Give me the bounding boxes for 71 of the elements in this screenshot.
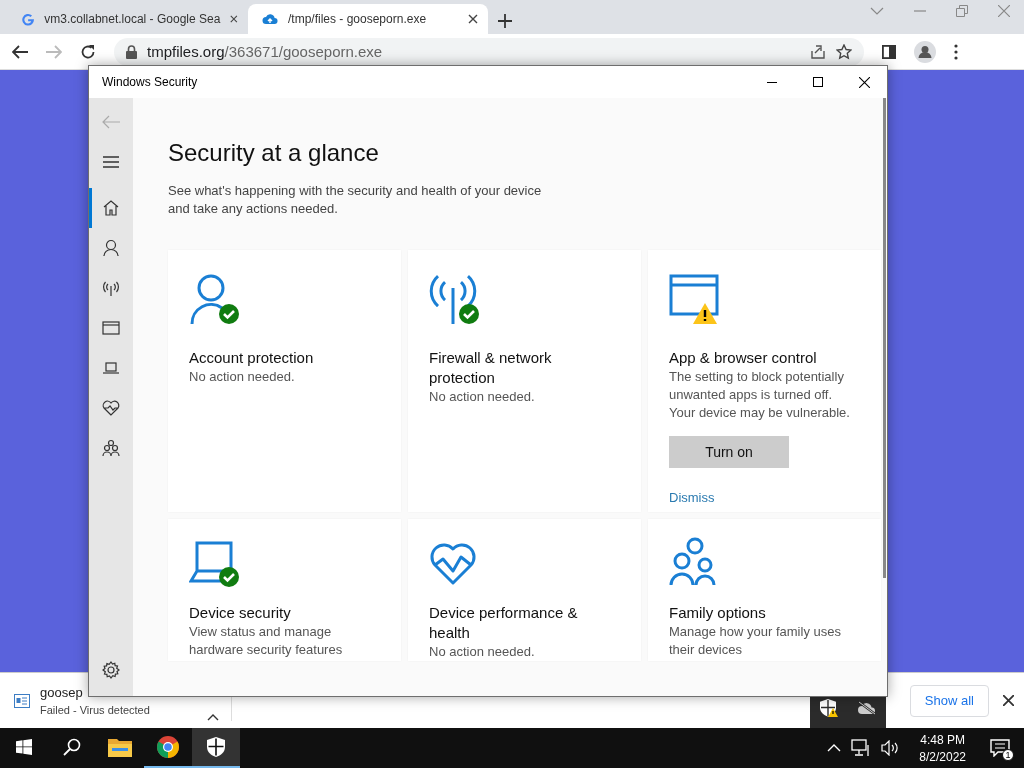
google-g-icon (22, 11, 35, 27)
app-window-icon (102, 319, 120, 337)
card-description: their devices (669, 641, 743, 659)
shield-icon (207, 737, 225, 757)
card-description: The setting to block potentially unwanted apps is turned off. Your device may be vulnerable. (669, 368, 851, 422)
card-title[interactable]: Firewall & network protection (429, 348, 619, 388)
show-all-button[interactable]: Show all (909, 684, 989, 717)
url-text[interactable]: tmpfiles.org/363671/gooseporn.exe (147, 43, 383, 60)
card-title[interactable]: Account protection (189, 348, 379, 368)
close-icon[interactable] (230, 14, 238, 24)
share-icon[interactable] (810, 43, 826, 60)
card-description: hardware security features (189, 641, 344, 659)
notification-count-badge: 1 (1002, 749, 1014, 761)
taskbar-app-button[interactable] (192, 728, 240, 768)
folder-icon (108, 737, 132, 757)
download-status: Failed - Virus detected (40, 704, 150, 716)
heartbeat-icon (102, 399, 120, 417)
dismiss-link[interactable]: Dismiss (669, 490, 715, 505)
profile-icon[interactable] (914, 40, 936, 63)
caret-icon[interactable] (207, 713, 219, 721)
clock-time[interactable]: 4:48 PM (920, 732, 965, 747)
card-title[interactable]: Device performance & health (429, 603, 619, 643)
page-description: See what's happening with the security and health of your device and take any actions needed. (168, 182, 543, 218)
menu-icon (103, 156, 119, 168)
page-heading: Security at a glance (168, 138, 380, 168)
back-arrow-icon (102, 115, 120, 129)
windows-logo-icon (16, 739, 32, 755)
more-icon[interactable] (954, 43, 958, 60)
window-title: Windows Security (102, 75, 198, 89)
chrome-logo-icon (157, 736, 179, 758)
back-arrow-icon[interactable] (12, 44, 28, 59)
browser-tab[interactable]: vm3.collabnet.local - Google Sea (8, 4, 248, 34)
antenna-icon (102, 279, 120, 297)
card-description: Manage how your family uses (669, 623, 842, 641)
turn-on-button[interactable]: Turn on (669, 436, 789, 468)
settings-icon (102, 661, 120, 679)
person-icon (102, 239, 120, 257)
restore-icon[interactable] (956, 5, 968, 17)
minimize-icon[interactable] (767, 81, 777, 83)
card-description: No action needed. (429, 388, 536, 406)
file-icon (14, 693, 30, 708)
close-icon[interactable] (1003, 695, 1014, 706)
star-icon[interactable] (836, 43, 852, 60)
close-icon[interactable] (468, 14, 478, 24)
family-icon (102, 439, 120, 457)
shield-warning-icon[interactable] (819, 699, 838, 717)
card-description: View status and manage (189, 623, 333, 641)
browser-tab[interactable]: /tmp/files - gooseporn.exe (248, 4, 488, 34)
card-title[interactable]: Device security (189, 603, 379, 623)
search-icon (63, 738, 81, 756)
maximize-icon[interactable] (813, 77, 823, 87)
card-description: No action needed. (429, 643, 536, 661)
download-file-name[interactable]: goosep (40, 685, 83, 700)
address-bar[interactable]: tmpfiles.org/363671/gooseporn.exe (114, 37, 864, 66)
lock-icon (126, 44, 137, 59)
close-icon[interactable] (858, 76, 870, 88)
card-title[interactable]: Family options (669, 603, 859, 623)
network-icon[interactable] (851, 739, 872, 757)
plus-icon[interactable] (498, 14, 512, 28)
clock-date[interactable]: 8/2/2022 (919, 749, 966, 764)
notification-icon[interactable] (990, 739, 1010, 757)
cloud-upload-icon (262, 11, 278, 27)
home-icon (102, 199, 120, 217)
reload-icon[interactable] (80, 43, 96, 60)
sidebar-icon[interactable] (882, 44, 896, 59)
laptop-icon (102, 359, 120, 377)
chevron-up-icon[interactable] (827, 744, 842, 752)
cloud-off-icon[interactable] (856, 701, 877, 715)
scrollbar-thumb[interactable] (883, 98, 886, 578)
card-description: No action needed. (189, 368, 296, 386)
card-title[interactable]: App & browser control (669, 348, 859, 368)
